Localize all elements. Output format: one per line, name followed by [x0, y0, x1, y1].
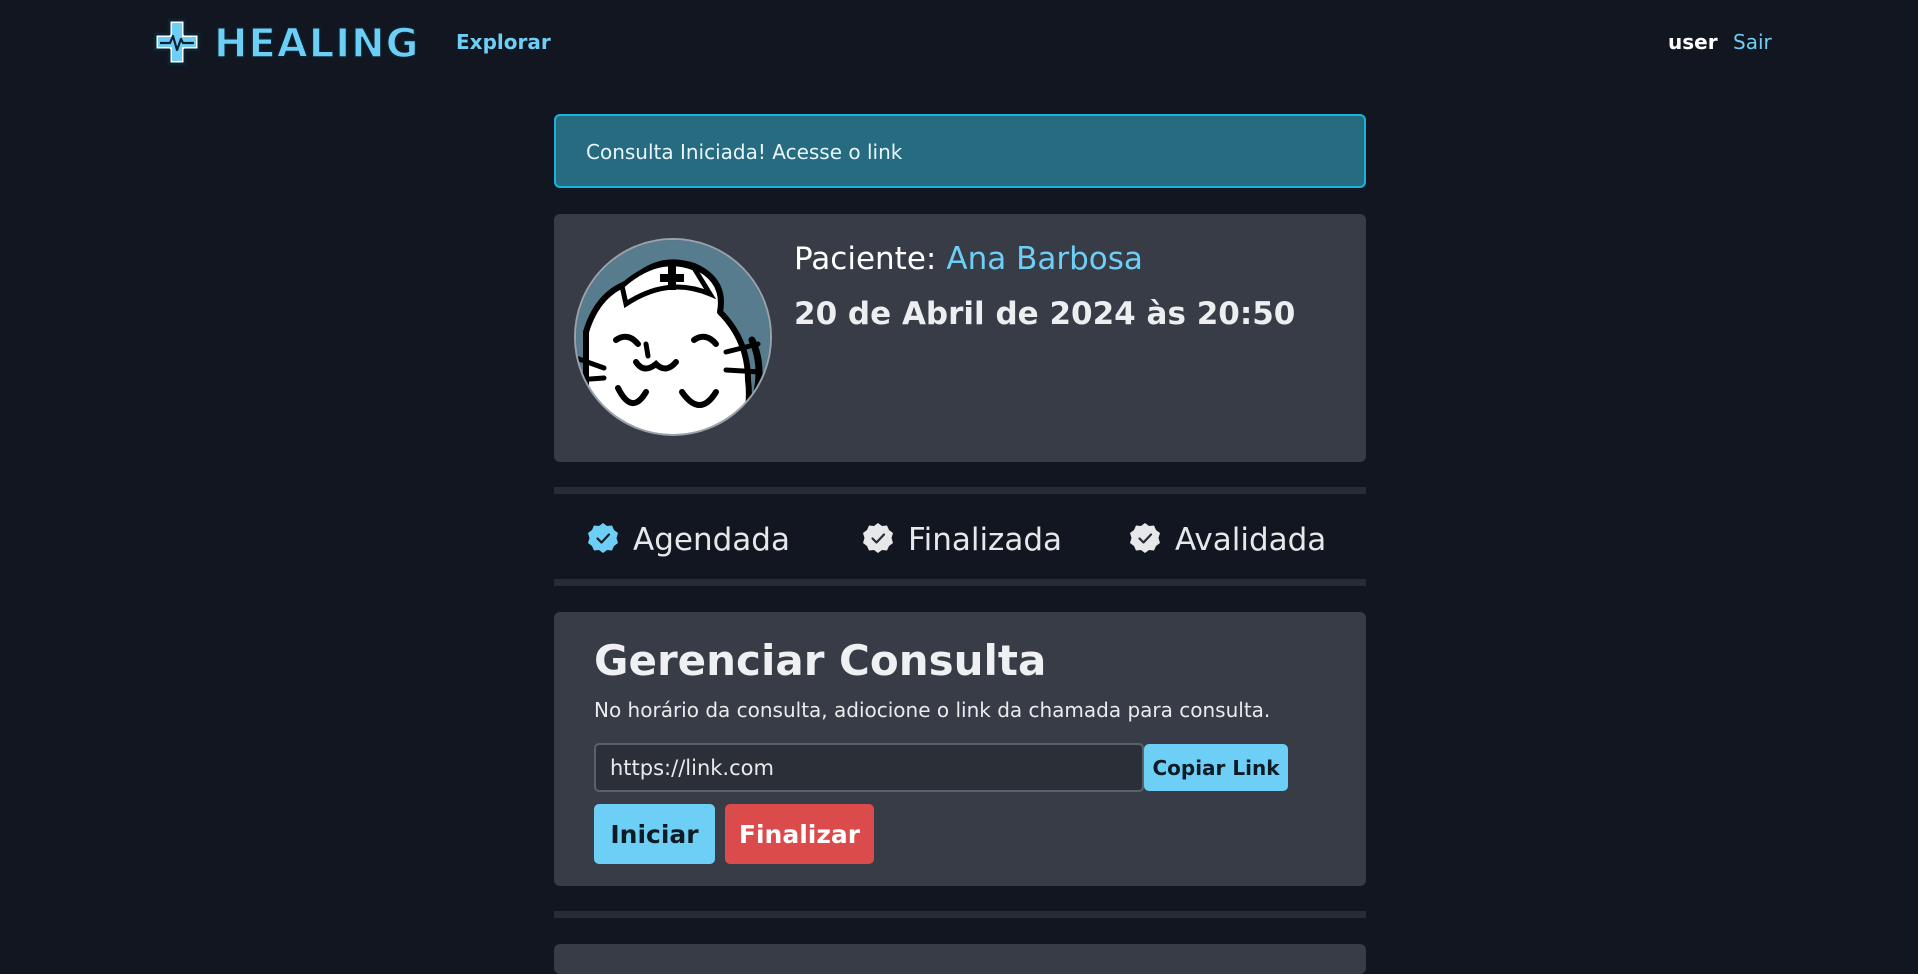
copy-link-button[interactable]: Copiar Link: [1144, 744, 1288, 791]
status-step-finished: Finalizada: [862, 522, 1062, 558]
check-badge-icon: [862, 522, 894, 558]
next-card: [554, 944, 1366, 974]
finish-button[interactable]: Finalizar: [725, 804, 874, 864]
patient-label: Paciente: Ana Barbosa: [794, 241, 1143, 277]
call-link-input[interactable]: [594, 743, 1144, 792]
status-step-label: Agendada: [633, 522, 790, 558]
user-name-link[interactable]: user: [1668, 30, 1718, 54]
check-badge-icon: [1129, 522, 1161, 558]
appointment-datetime: 20 de Abril de 2024 às 20:50: [794, 296, 1296, 332]
patient-avatar: [574, 238, 772, 436]
brand-logo-link[interactable]: HEALING: [152, 17, 419, 71]
logout-link[interactable]: Sair: [1733, 30, 1772, 54]
manage-description: No horário da consulta, adiocione o link…: [594, 698, 1271, 722]
check-badge-icon: [587, 522, 619, 558]
status-step-label: Avalidada: [1175, 522, 1327, 558]
manage-appointment-card: Gerenciar Consulta No horário da consult…: [554, 612, 1366, 886]
medical-cross-logo-icon: [152, 17, 202, 71]
info-alert: Consulta Iniciada! Acesse o link: [554, 114, 1366, 188]
brand-name: HEALING: [213, 20, 420, 68]
status-tracker: Agendada Finalizada Avalidada: [554, 487, 1366, 586]
manage-title: Gerenciar Consulta: [594, 636, 1047, 685]
status-step-rated: Avalidada: [1129, 522, 1326, 558]
section-divider: [554, 911, 1366, 918]
patient-card: Paciente: Ana Barbosa 20 de Abril de 2024…: [554, 214, 1366, 462]
status-step-scheduled: Agendada: [587, 522, 790, 558]
navbar: HEALING Explorar user Sair: [0, 0, 1918, 86]
nav-explore-link[interactable]: Explorar: [456, 30, 551, 54]
patient-name: Ana Barbosa: [946, 241, 1143, 277]
status-step-label: Finalizada: [908, 522, 1063, 558]
start-button[interactable]: Iniciar: [594, 804, 715, 864]
patient-label-text: Paciente:: [794, 241, 937, 277]
